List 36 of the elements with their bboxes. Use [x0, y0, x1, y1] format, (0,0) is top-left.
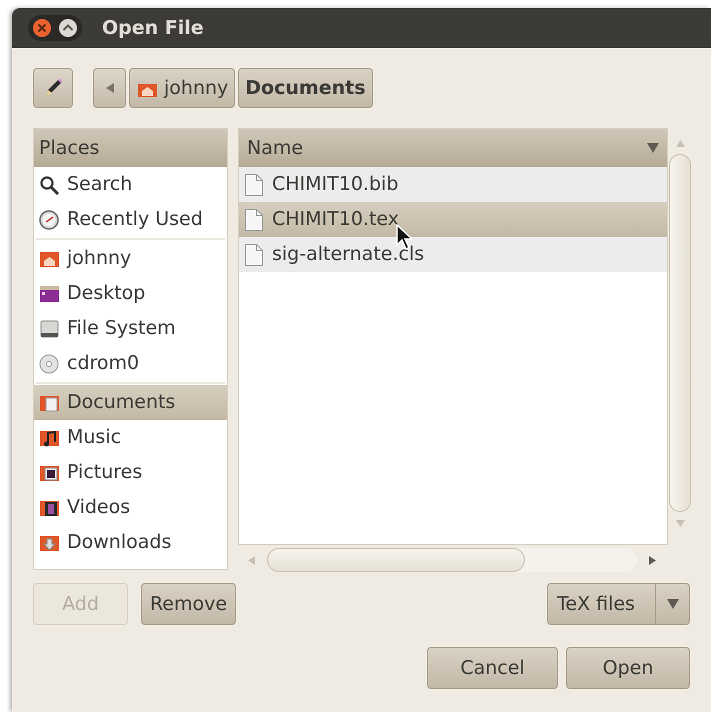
file-row[interactable]: CHIMIT10.bib — [239, 167, 667, 202]
back-button[interactable] — [93, 68, 126, 108]
path-button[interactable]: Documents — [238, 68, 372, 108]
dialog-button[interactable]: Open — [566, 647, 690, 689]
edit-location-button[interactable] — [33, 68, 73, 108]
scroll-thumb[interactable] — [669, 154, 691, 512]
places-header[interactable]: Places — [34, 129, 227, 167]
desktop-icon — [39, 284, 61, 304]
file-type-dropdown[interactable]: TeX files — [547, 583, 690, 625]
sort-down-icon — [647, 143, 659, 153]
dropdown-arrow-icon — [666, 599, 678, 609]
file-icon — [244, 172, 264, 196]
column-title: Name — [247, 136, 304, 161]
scroll-thumb[interactable] — [267, 548, 525, 572]
name-column-header[interactable]: Name — [239, 129, 667, 167]
right-arrow-icon[interactable] — [649, 556, 656, 564]
file-icon — [244, 242, 264, 266]
clock-icon — [39, 210, 61, 230]
up-arrow-icon[interactable] — [676, 140, 684, 147]
path-button[interactable]: johnny — [129, 68, 236, 108]
disc-icon — [39, 354, 61, 374]
left-arrow-icon — [106, 83, 114, 93]
window-title: Open File — [102, 16, 204, 41]
down-arrow-icon[interactable] — [676, 520, 684, 527]
home-folder-icon — [136, 78, 158, 98]
places-item[interactable]: Documents — [34, 385, 227, 420]
left-arrow-icon[interactable] — [248, 556, 255, 564]
close-icon[interactable] — [32, 18, 52, 38]
search-icon — [39, 174, 61, 194]
dialog-button[interactable]: Cancel — [427, 647, 558, 689]
file-row[interactable]: CHIMIT10.tex — [239, 202, 667, 237]
file-row[interactable]: sig-alternate.cls — [239, 237, 667, 272]
hard-drive-icon — [39, 318, 61, 338]
places-action-button[interactable]: Remove — [141, 583, 236, 625]
file-icon — [244, 208, 264, 232]
maximize-icon[interactable] — [58, 18, 78, 38]
